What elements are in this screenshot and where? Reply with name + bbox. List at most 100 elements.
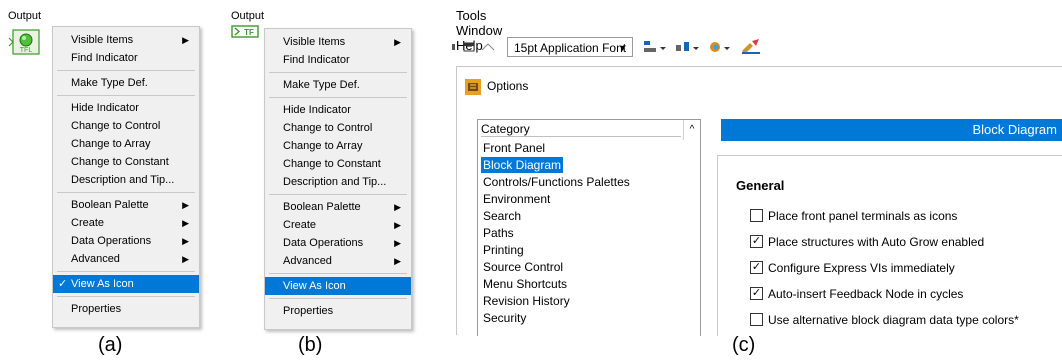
menu-item-make-type-def[interactable]: Make Type Def. bbox=[53, 74, 199, 92]
menu-item-hide-indicator[interactable]: Hide Indicator bbox=[265, 101, 411, 119]
menu-item-advanced[interactable]: Advanced ▶ bbox=[53, 250, 199, 268]
category-item-security[interactable]: Security bbox=[481, 310, 528, 326]
menu-item-view-as-icon[interactable]: ✓ View As Icon bbox=[53, 275, 199, 293]
menu-item-properties[interactable]: Properties bbox=[53, 300, 199, 318]
menu-item-boolean-palette[interactable]: Boolean Palette ▶ bbox=[265, 198, 411, 216]
menu-item-description-and-tip[interactable]: Description and Tip... bbox=[53, 171, 199, 189]
checkbox-unchecked[interactable] bbox=[750, 313, 763, 326]
category-header: Category bbox=[481, 122, 681, 137]
options-app-icon bbox=[465, 79, 481, 100]
checkbox-unchecked[interactable] bbox=[750, 209, 763, 222]
category-item-environment[interactable]: Environment bbox=[481, 191, 552, 207]
submenu-arrow-icon: ▶ bbox=[394, 256, 401, 266]
output-label: Output bbox=[231, 10, 265, 22]
menu-separator bbox=[57, 271, 195, 272]
caption-b: (b) bbox=[298, 334, 323, 356]
menu-item-change-to-control[interactable]: Change to Control bbox=[53, 117, 199, 135]
menu-item-label: Hide Indicator bbox=[283, 104, 351, 116]
menu-tools[interactable]: Tools bbox=[456, 8, 486, 23]
category-item-block-diagram[interactable]: Block Diagram bbox=[481, 157, 564, 173]
category-item-paths[interactable]: Paths bbox=[481, 225, 516, 241]
menu-item-label: Hide Indicator bbox=[71, 102, 139, 114]
font-selector[interactable]: 15pt Application Font ▼ bbox=[507, 37, 633, 57]
menu-item-label: Change to Control bbox=[71, 120, 161, 132]
menu-item-make-type-def[interactable]: Make Type Def. bbox=[265, 76, 411, 94]
menu-separator bbox=[57, 95, 195, 96]
category-item-front-panel[interactable]: Front Panel bbox=[481, 140, 547, 156]
options-dialog: Options Category ^ Front Panel Block Diag… bbox=[456, 66, 1062, 336]
toolbar: 15pt Application Font ▼ bbox=[452, 34, 1062, 60]
scroll-up-icon[interactable]: ^ bbox=[683, 120, 700, 140]
menu-item-label: Change to Constant bbox=[283, 158, 381, 170]
category-item-menu-shortcuts[interactable]: Menu Shortcuts bbox=[481, 276, 569, 292]
menu-item-label: Description and Tip... bbox=[283, 176, 387, 188]
category-list[interactable]: Category ^ Front Panel Block Diagram Contr… bbox=[477, 119, 701, 336]
category-item-search[interactable]: Search bbox=[481, 208, 523, 224]
chevron-down-icon: ▼ bbox=[618, 43, 627, 53]
context-menu-b: Visible Items ▶ Find Indicator Make Type De… bbox=[264, 28, 412, 330]
caption-c: (c) bbox=[732, 334, 756, 356]
menu-item-properties[interactable]: Properties bbox=[265, 302, 411, 320]
option-label: Place front panel terminals as icons bbox=[768, 209, 958, 223]
submenu-arrow-icon: ▶ bbox=[182, 200, 189, 210]
general-settings-group: General Place front panel terminals as i… bbox=[717, 155, 1062, 336]
output-label: Output bbox=[8, 10, 42, 22]
menu-item-change-to-array[interactable]: Change to Array bbox=[265, 137, 411, 155]
menu-item-label: Make Type Def. bbox=[71, 77, 148, 89]
menu-item-advanced[interactable]: Advanced ▶ bbox=[265, 252, 411, 270]
menu-item-change-to-constant[interactable]: Change to Constant bbox=[265, 155, 411, 173]
category-item-controls-functions-palettes[interactable]: Controls/Functions Palettes bbox=[481, 174, 632, 190]
option-label: Configure Express VIs immediately bbox=[768, 261, 955, 275]
menu-item-change-to-control[interactable]: Change to Control bbox=[265, 119, 411, 137]
checkbox-checked[interactable]: ✓ bbox=[750, 235, 763, 248]
group-label: General bbox=[736, 178, 785, 193]
menu-item-label: Boolean Palette bbox=[283, 201, 361, 213]
checkmark-icon: ✓ bbox=[58, 278, 68, 290]
submenu-arrow-icon: ▶ bbox=[182, 254, 189, 264]
menu-item-data-operations[interactable]: Data Operations ▶ bbox=[53, 232, 199, 250]
menu-item-visible-items[interactable]: Visible Items ▶ bbox=[265, 33, 411, 51]
menu-item-boolean-palette[interactable]: Boolean Palette ▶ bbox=[53, 196, 199, 214]
menu-separator bbox=[269, 273, 407, 274]
menu-separator bbox=[269, 298, 407, 299]
terminal-type-label: TF bbox=[244, 28, 254, 37]
category-item-source-control[interactable]: Source Control bbox=[481, 259, 565, 275]
menu-item-data-operations[interactable]: Data Operations ▶ bbox=[265, 234, 411, 252]
checkbox-checked[interactable]: ✓ bbox=[750, 261, 763, 274]
menu-item-description-and-tip[interactable]: Description and Tip... bbox=[265, 173, 411, 191]
context-menu-a: Visible Items ▶ Find Indicator Make Type De… bbox=[52, 26, 200, 328]
cleanup-diagram-icon[interactable] bbox=[740, 37, 762, 58]
menu-item-change-to-array[interactable]: Change to Array bbox=[53, 135, 199, 153]
menu-item-find-indicator[interactable]: Find Indicator bbox=[265, 51, 411, 69]
checkbox-checked[interactable]: ✓ bbox=[750, 287, 763, 300]
menu-item-visible-items[interactable]: Visible Items ▶ bbox=[53, 31, 199, 49]
menu-item-label: View As Icon bbox=[283, 280, 346, 292]
category-item-revision-history[interactable]: Revision History bbox=[481, 293, 572, 309]
menu-item-label: Properties bbox=[71, 303, 122, 315]
menu-item-view-as-icon[interactable]: View As Icon bbox=[265, 277, 411, 295]
reorder-icon[interactable] bbox=[708, 39, 734, 58]
menu-item-find-indicator[interactable]: Find Indicator bbox=[53, 49, 199, 67]
menu-item-label: Advanced bbox=[283, 255, 332, 267]
menu-item-label: Change to Array bbox=[71, 138, 151, 150]
menu-item-label: Create bbox=[71, 217, 105, 229]
menu-separator bbox=[269, 194, 407, 195]
menu-item-label: Description and Tip... bbox=[71, 174, 175, 186]
menu-item-hide-indicator[interactable]: Hide Indicator bbox=[53, 99, 199, 117]
boolean-led-terminal-icon[interactable]: TFL bbox=[8, 26, 46, 65]
menu-item-create[interactable]: Create ▶ bbox=[53, 214, 199, 232]
category-item-printing[interactable]: Printing bbox=[481, 242, 526, 258]
font-selector-value: 15pt Application Font bbox=[514, 41, 627, 55]
menu-item-label: Data Operations bbox=[283, 237, 364, 249]
menu-item-label: Find Indicator bbox=[283, 54, 350, 66]
distribute-objects-icon[interactable] bbox=[674, 39, 702, 58]
submenu-arrow-icon: ▶ bbox=[182, 35, 189, 45]
option-label: Auto-insert Feedback Node in cycles bbox=[768, 287, 964, 301]
menu-item-create[interactable]: Create ▶ bbox=[265, 216, 411, 234]
menu-item-change-to-constant[interactable]: Change to Constant bbox=[53, 153, 199, 171]
menu-separator bbox=[57, 192, 195, 193]
menu-item-label: Change to Control bbox=[283, 122, 373, 134]
align-objects-icon[interactable] bbox=[642, 39, 668, 58]
boolean-terminal-icon[interactable]: TF bbox=[231, 25, 261, 44]
submenu-arrow-icon: ▶ bbox=[394, 220, 401, 230]
